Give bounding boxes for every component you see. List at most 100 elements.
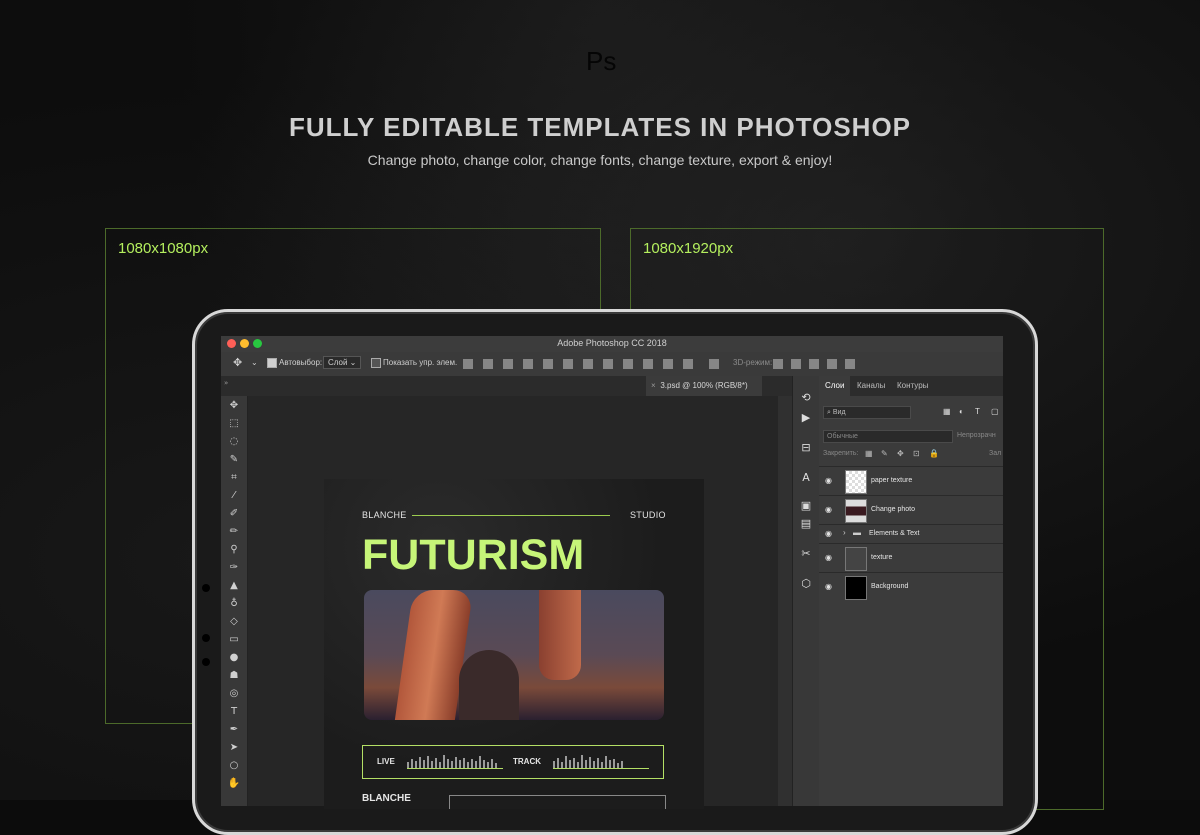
- align-middle-icon[interactable]: [483, 359, 493, 369]
- tool-preset-dropdown-icon[interactable]: ⌄: [251, 358, 258, 367]
- libraries-panel-icon[interactable]: ▣: [800, 500, 812, 512]
- auto-select-dropdown[interactable]: Слой ⌄: [323, 356, 362, 369]
- 3d-roll-icon[interactable]: [791, 359, 801, 369]
- panel-dock-strip: ⟲ ▶ ⊟ A ▣ ▤ ✂ ⬡: [792, 376, 820, 806]
- type-tool-icon[interactable]: T: [227, 706, 241, 718]
- close-tab-icon[interactable]: ×: [651, 376, 656, 396]
- crop-tool-icon[interactable]: ⌗: [227, 472, 241, 484]
- layer-row[interactable]: ◉ Change photo: [819, 495, 1003, 524]
- distribute-right-icon[interactable]: [683, 359, 693, 369]
- stamp-tool-icon[interactable]: ▲: [227, 580, 241, 592]
- dodge-tool-icon[interactable]: ☗: [227, 670, 241, 682]
- layer-row[interactable]: ◉ texture: [819, 543, 1003, 572]
- layer-row[interactable]: ◉ Background: [819, 572, 1003, 601]
- lock-all-icon[interactable]: 🔒: [929, 449, 939, 458]
- actions-panel-icon[interactable]: ▶: [800, 412, 812, 424]
- tab-channels[interactable]: Каналы: [851, 376, 891, 396]
- document-tab[interactable]: × 3.psd @ 100% (RGB/8*): [646, 376, 762, 396]
- 3d-slide-icon[interactable]: [827, 359, 837, 369]
- art-history-tool-icon[interactable]: ♁: [227, 598, 241, 610]
- 3d-panel-icon[interactable]: ⬡: [800, 578, 812, 590]
- waveform-icon: [407, 755, 503, 769]
- layer-name: paper texture: [871, 477, 913, 484]
- auto-select-value: Слой: [328, 358, 348, 367]
- adjustments-panel-icon[interactable]: ⊟: [800, 442, 812, 454]
- lock-transparent-icon[interactable]: ▦: [865, 449, 873, 458]
- filter-shape-icon[interactable]: ▢: [991, 407, 999, 416]
- 3d-scale-icon[interactable]: [845, 359, 855, 369]
- properties-panel-icon[interactable]: ▤: [800, 518, 812, 530]
- align-top-icon[interactable]: [463, 359, 473, 369]
- filter-type-icon[interactable]: T: [975, 407, 980, 416]
- poster-title: FUTURISM: [362, 531, 585, 579]
- distribute-center-icon[interactable]: [663, 359, 673, 369]
- layer-row[interactable]: ◉ paper texture: [819, 466, 1003, 495]
- gradient-tool-icon[interactable]: ▭: [227, 634, 241, 646]
- brush-tool-icon[interactable]: ✏: [227, 526, 241, 538]
- align-right-icon[interactable]: [563, 359, 573, 369]
- visibility-eye-icon[interactable]: ◉: [825, 476, 832, 485]
- layers-panel: Слои Каналы Контуры ⌕ Вид ▦ ◐ T ▢ Обычны…: [819, 376, 1003, 806]
- quick-select-tool-icon[interactable]: ✎: [227, 454, 241, 466]
- healing-brush-tool-icon[interactable]: ✐: [227, 508, 241, 520]
- lock-image-icon[interactable]: ✎: [881, 449, 888, 458]
- marquee-tool-icon[interactable]: ⬚: [227, 418, 241, 430]
- lock-position-icon[interactable]: ✥: [897, 449, 904, 458]
- move-tool-icon[interactable]: ✥: [233, 356, 242, 369]
- visibility-eye-icon[interactable]: ◉: [825, 529, 832, 538]
- ellipse-tool-icon[interactable]: ○: [227, 760, 241, 772]
- 3d-mode-label: 3D-режим:: [733, 358, 773, 367]
- history-panel-icon[interactable]: ⟲: [800, 392, 812, 404]
- distribute-bottom-icon[interactable]: [623, 359, 633, 369]
- filter-pixel-icon[interactable]: ▦: [943, 407, 951, 416]
- tab-layers[interactable]: Слои: [819, 376, 851, 396]
- blend-mode-value: Обычные: [827, 433, 858, 440]
- tab-paths[interactable]: Контуры: [891, 376, 934, 396]
- layer-name: texture: [871, 554, 893, 561]
- blend-mode-dropdown[interactable]: Обычные: [823, 430, 953, 443]
- opacity-label: Непрозрачн: [957, 432, 996, 439]
- 3d-pan-icon[interactable]: [809, 359, 819, 369]
- align-left-icon[interactable]: [523, 359, 533, 369]
- visibility-eye-icon[interactable]: ◉: [825, 582, 832, 591]
- lasso-tool-icon[interactable]: ◌: [227, 436, 241, 448]
- photo-figure-arm: [539, 590, 581, 680]
- eraser-tool-icon[interactable]: ◇: [227, 616, 241, 628]
- distribute-top-icon[interactable]: [583, 359, 593, 369]
- distribute-middle-icon[interactable]: [603, 359, 613, 369]
- pen-tool-icon[interactable]: ◎: [227, 688, 241, 700]
- path-select-tool-icon[interactable]: ✒: [227, 724, 241, 736]
- collapse-panels-icon[interactable]: »: [224, 379, 228, 387]
- filter-adjustment-icon[interactable]: ◐: [959, 407, 964, 416]
- hand-tool-icon[interactable]: ✋: [227, 778, 241, 790]
- character-panel-icon[interactable]: A: [800, 472, 812, 484]
- window-title: Adobe Photoshop CC 2018: [557, 338, 667, 348]
- square-format-label: 1080x1080px: [118, 240, 209, 257]
- 3d-orbit-icon[interactable]: [773, 359, 783, 369]
- auto-align-icon[interactable]: [709, 359, 719, 369]
- direct-select-tool-icon[interactable]: ➤: [227, 742, 241, 754]
- move-tool-icon[interactable]: ✥: [227, 400, 241, 412]
- poster-bottom-label: BLANCHE: [362, 793, 411, 804]
- align-bottom-icon[interactable]: [503, 359, 513, 369]
- tools-preset-icon[interactable]: ✂: [800, 548, 812, 560]
- expand-chevron-icon[interactable]: ›: [843, 528, 846, 537]
- history-brush-tool-icon[interactable]: ✑: [227, 562, 241, 574]
- layer-thumbnail: [845, 576, 867, 600]
- sensor-dot: [202, 658, 210, 666]
- clone-stamp-tool-icon[interactable]: ⚲: [227, 544, 241, 556]
- show-controls-label: Показать упр. элем.: [383, 358, 458, 367]
- visibility-eye-icon[interactable]: ◉: [825, 553, 832, 562]
- align-center-icon[interactable]: [543, 359, 553, 369]
- distribute-left-icon[interactable]: [643, 359, 653, 369]
- layer-thumbnail: [845, 547, 867, 571]
- lock-artboard-icon[interactable]: ⊡: [913, 449, 920, 458]
- layer-filter-dropdown[interactable]: ⌕ Вид: [823, 406, 911, 419]
- layer-filter-value: Вид: [832, 409, 846, 416]
- blur-tool-icon[interactable]: ●: [227, 652, 241, 664]
- eyedropper-tool-icon[interactable]: ⁄: [227, 490, 241, 502]
- poster-photo: [364, 590, 664, 720]
- visibility-eye-icon[interactable]: ◉: [825, 505, 832, 514]
- layer-group-row[interactable]: ◉ › ▬ Elements & Text: [819, 524, 1003, 543]
- track-left-label: LIVE: [377, 757, 395, 766]
